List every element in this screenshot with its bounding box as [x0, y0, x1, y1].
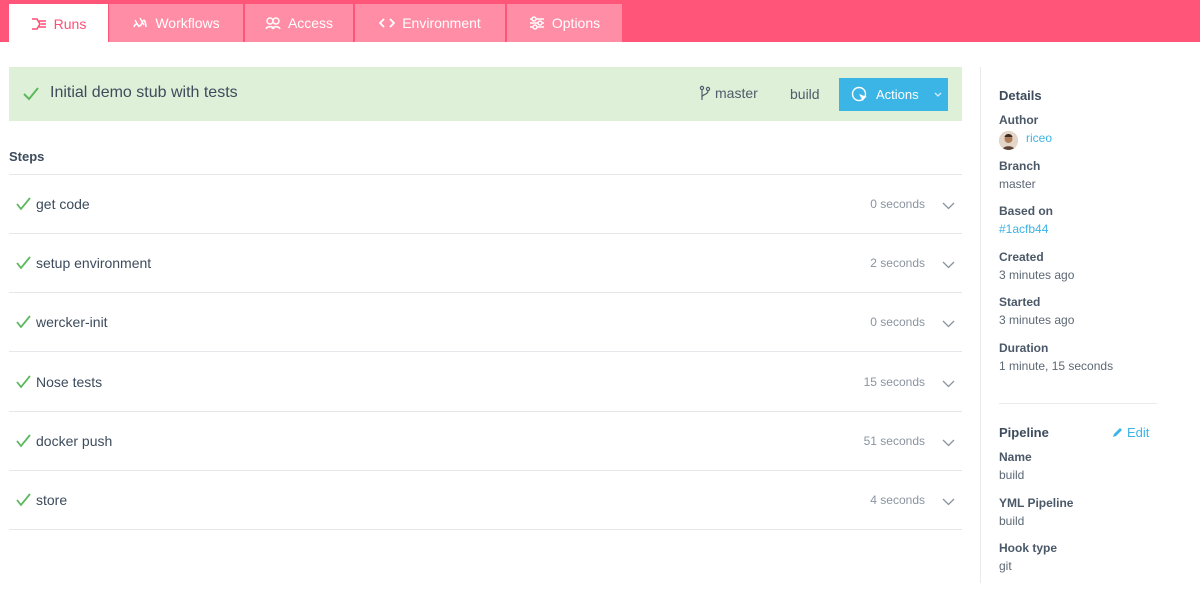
- step-name: Nose tests: [36, 374, 103, 390]
- step-name: get code: [36, 196, 90, 212]
- started-value: 3 minutes ago: [999, 313, 1075, 327]
- run-title: Initial demo stub with tests: [50, 84, 238, 101]
- duration-label: Duration: [999, 341, 1049, 355]
- sidebar-divider: [980, 67, 981, 583]
- pipeline-name-value: build: [999, 468, 1025, 482]
- step-name: store: [36, 492, 68, 508]
- check-icon: [16, 375, 31, 389]
- steps-heading: Steps: [9, 149, 45, 164]
- branch-icon: [699, 85, 711, 100]
- yml-pipeline-label: YML Pipeline: [999, 496, 1074, 510]
- step-duration: 0 seconds: [870, 315, 925, 329]
- duration-value: 1 minute, 15 seconds: [999, 359, 1114, 373]
- tab-environment[interactable]: Environment: [355, 4, 505, 42]
- branch-label: Branch: [999, 159, 1041, 173]
- step-row[interactable]: wercker-init 0 seconds: [9, 293, 962, 352]
- caret-down-icon[interactable]: [934, 92, 942, 98]
- step-row[interactable]: store 4 seconds: [9, 471, 962, 530]
- based-on-label: Based on: [999, 204, 1054, 218]
- tab-runs[interactable]: Runs: [9, 4, 108, 44]
- pencil-icon: [1113, 428, 1122, 437]
- check-icon: [23, 87, 39, 101]
- tab-label: Runs: [53, 16, 87, 32]
- chevron-down-icon[interactable]: [942, 261, 955, 269]
- step-duration: 51 seconds: [863, 434, 925, 448]
- step-row[interactable]: get code 0 seconds: [9, 175, 962, 234]
- step-name: docker push: [36, 433, 113, 449]
- actions-icon: [851, 86, 867, 101]
- step-duration: 2 seconds: [870, 256, 925, 270]
- tab-label: Options: [551, 15, 601, 31]
- created-value: 3 minutes ago: [999, 268, 1075, 282]
- divider: [999, 403, 1157, 404]
- check-icon: [16, 197, 31, 211]
- branch-value: master: [999, 177, 1036, 191]
- step-row[interactable]: docker push 51 seconds: [9, 412, 962, 471]
- author-link[interactable]: riceo: [1026, 131, 1052, 145]
- tab-options[interactable]: Options: [507, 4, 622, 42]
- edit-pipeline-link[interactable]: Edit: [1112, 425, 1149, 440]
- tab-label: Environment: [402, 15, 481, 31]
- actions-label: Actions: [876, 87, 919, 102]
- step-name: wercker-init: [36, 314, 108, 330]
- top-tab-bar: Runs Workflows Access Environment Option…: [0, 0, 1200, 44]
- edit-label: Edit: [1127, 425, 1150, 440]
- details-heading: Details: [999, 88, 1042, 103]
- run-pipeline[interactable]: build: [790, 86, 820, 102]
- step-row[interactable]: Nose tests 15 seconds: [9, 353, 962, 412]
- code-icon: [379, 18, 396, 28]
- author-label: Author: [999, 113, 1039, 127]
- options-icon: [529, 16, 544, 30]
- run-branch[interactable]: master: [699, 85, 758, 101]
- branch-name: master: [715, 85, 758, 101]
- step-name: setup environment: [36, 255, 152, 271]
- pipeline-heading: Pipeline: [999, 425, 1049, 440]
- started-label: Started: [999, 295, 1041, 309]
- chevron-down-icon[interactable]: [942, 498, 955, 506]
- chevron-down-icon[interactable]: [942, 439, 955, 447]
- yml-pipeline-value: build: [999, 514, 1025, 528]
- step-row[interactable]: setup environment 2 seconds: [9, 234, 962, 293]
- chevron-down-icon[interactable]: [942, 202, 955, 210]
- check-icon: [16, 315, 31, 329]
- avatar: [999, 131, 1018, 150]
- check-icon: [16, 434, 31, 448]
- step-duration: 4 seconds: [870, 493, 925, 507]
- check-icon: [16, 256, 31, 270]
- chevron-down-icon[interactable]: [942, 380, 955, 388]
- tab-label: Access: [287, 15, 334, 31]
- created-label: Created: [999, 250, 1044, 264]
- step-duration: 15 seconds: [863, 375, 925, 389]
- hook-type-value: git: [999, 559, 1012, 573]
- commit-link[interactable]: #1acfb44: [999, 222, 1048, 236]
- hook-type-label: Hook type: [999, 541, 1058, 555]
- workflows-icon: [133, 17, 148, 28]
- runs-icon: [31, 18, 46, 30]
- step-duration: 0 seconds: [870, 197, 925, 211]
- chevron-down-icon[interactable]: [942, 320, 955, 328]
- tab-label: Workflows: [155, 15, 220, 31]
- tab-workflows[interactable]: Workflows: [109, 4, 243, 42]
- pipeline-name-label: Name: [999, 450, 1032, 464]
- tab-access[interactable]: Access: [245, 4, 353, 42]
- check-icon: [16, 493, 31, 507]
- run-status-banner: Initial demo stub with tests master buil…: [9, 67, 962, 121]
- actions-button[interactable]: Actions: [839, 78, 948, 111]
- access-icon: [265, 17, 281, 30]
